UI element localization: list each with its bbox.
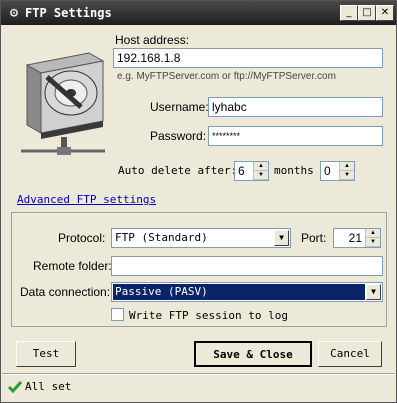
- auto-delete-months-value: 6: [238, 164, 245, 178]
- title-bar[interactable]: ⚙ FTP Settings _ □ ✕: [1, 1, 396, 25]
- network-drive-icon: [21, 52, 105, 155]
- ftp-settings-window: ⚙ FTP Settings _ □ ✕ Host address: 192.1…: [0, 0, 397, 403]
- window-title: FTP Settings: [25, 6, 112, 20]
- auto-delete-days-value: 0: [324, 164, 331, 178]
- status-divider: [2, 373, 395, 375]
- auto-delete-months-stepper[interactable]: 6 ▲ ▼: [234, 161, 269, 181]
- username-input[interactable]: lyhabc: [208, 97, 383, 117]
- data-connection-select[interactable]: Passive (PASV) ▼: [111, 282, 383, 302]
- months-spinner[interactable]: ▲ ▼: [253, 162, 268, 180]
- days-spinner[interactable]: ▲ ▼: [339, 162, 354, 180]
- spin-down-icon[interactable]: ▼: [340, 171, 354, 180]
- port-value: 21: [348, 231, 362, 245]
- spin-up-icon[interactable]: ▲: [340, 162, 354, 171]
- data-connection-label: Data connection:: [20, 285, 111, 299]
- auto-delete-days-stepper[interactable]: 0 ▲ ▼: [320, 161, 355, 181]
- spin-down-icon[interactable]: ▼: [254, 171, 268, 180]
- advanced-ftp-settings-link[interactable]: Advanced FTP settings: [17, 193, 156, 206]
- port-label: Port:: [301, 231, 327, 245]
- gear-icon: ⚙: [9, 5, 19, 21]
- host-address-hint: e.g. MyFTPServer.com or ftp://MyFTPServe…: [117, 71, 336, 82]
- save-close-button[interactable]: Save & Close: [194, 341, 312, 367]
- auto-delete-label: Auto delete after:: [118, 164, 238, 177]
- port-spinner[interactable]: ▲ ▼: [365, 229, 380, 247]
- write-log-checkbox[interactable]: [111, 308, 124, 321]
- port-stepper[interactable]: 21 ▲ ▼: [333, 228, 381, 248]
- test-button[interactable]: Test: [16, 341, 76, 367]
- remote-folder-input[interactable]: [111, 256, 383, 276]
- spin-up-icon[interactable]: ▲: [254, 162, 268, 171]
- checkmark-icon: [7, 381, 23, 394]
- protocol-select[interactable]: FTP (Standard) ▼: [111, 228, 291, 248]
- remote-folder-label: Remote folder:: [33, 259, 112, 273]
- username-label: Username:: [150, 100, 209, 114]
- minimize-button[interactable]: _: [340, 5, 358, 21]
- advanced-ftp-settings-link-text[interactable]: Advanced FTP settings: [17, 193, 156, 206]
- protocol-value: FTP (Standard): [115, 231, 208, 244]
- spin-up-icon[interactable]: ▲: [366, 229, 380, 238]
- chevron-down-icon[interactable]: ▼: [274, 230, 289, 246]
- password-input[interactable]: ********: [208, 126, 383, 146]
- close-button[interactable]: ✕: [376, 5, 394, 21]
- host-address-label: Host address:: [115, 33, 190, 47]
- spin-down-icon[interactable]: ▼: [366, 238, 380, 247]
- maximize-button[interactable]: □: [358, 5, 376, 21]
- chevron-down-icon[interactable]: ▼: [366, 284, 381, 300]
- cancel-button[interactable]: Cancel: [318, 341, 382, 367]
- status-text: All set: [25, 380, 72, 393]
- months-label: months: [274, 164, 314, 177]
- host-address-input[interactable]: 192.168.1.8: [113, 48, 383, 68]
- write-log-label[interactable]: Write FTP session to log: [129, 309, 288, 322]
- data-connection-value: Passive (PASV): [115, 285, 208, 298]
- password-label: Password:: [150, 129, 207, 143]
- protocol-label: Protocol:: [58, 231, 106, 245]
